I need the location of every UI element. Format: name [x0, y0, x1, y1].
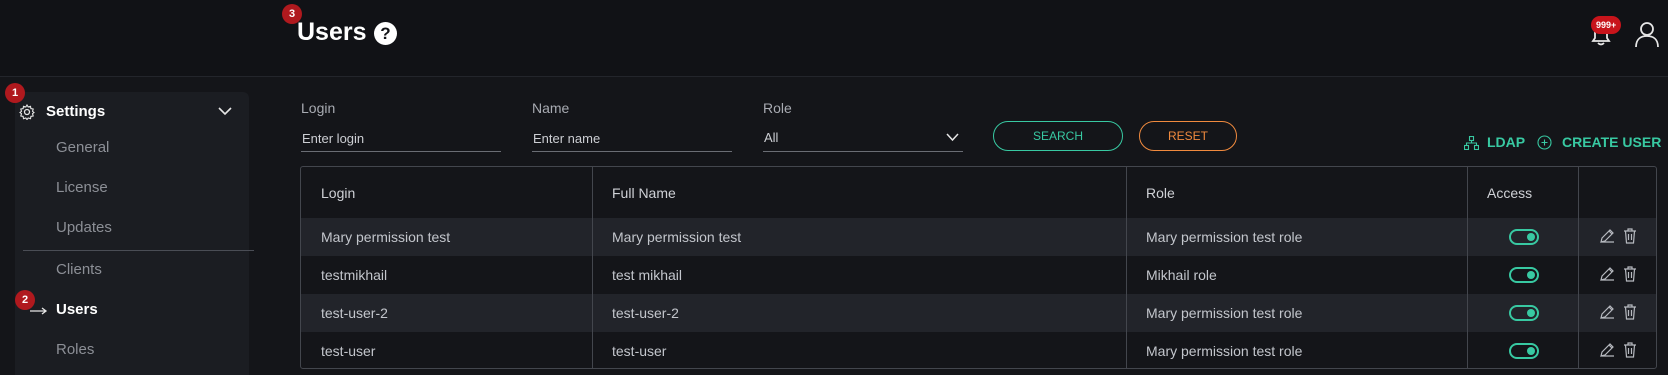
cell-full-name: test-user-2 — [612, 305, 679, 321]
pencil-icon[interactable] — [1599, 342, 1615, 358]
user-icon[interactable] — [1634, 20, 1660, 48]
cell-role: Mikhail role — [1146, 267, 1217, 283]
pencil-icon[interactable] — [1599, 304, 1615, 320]
trash-icon[interactable] — [1623, 304, 1637, 320]
step-badge-2: 2 — [15, 290, 35, 310]
cell-login: test-user-2 — [321, 305, 388, 321]
gear-icon — [19, 104, 35, 120]
column-header-full-name[interactable]: Full Name — [612, 185, 676, 201]
help-icon[interactable]: ? — [374, 22, 397, 45]
ldap-icon[interactable] — [1464, 136, 1479, 150]
name-filter-label: Name — [532, 100, 570, 116]
trash-icon[interactable] — [1623, 266, 1637, 282]
cell-login: testmikhail — [321, 267, 388, 283]
access-toggle[interactable] — [1509, 267, 1539, 283]
trash-icon[interactable] — [1623, 228, 1637, 244]
cell-role: Mary permission test role — [1146, 229, 1303, 245]
ldap-button[interactable]: LDAP — [1487, 134, 1525, 150]
pencil-icon[interactable] — [1599, 266, 1615, 282]
chevron-down-icon[interactable] — [218, 106, 232, 116]
cell-login: Mary permission test — [321, 229, 451, 245]
login-input[interactable] — [301, 125, 501, 152]
column-header-login[interactable]: Login — [321, 185, 355, 201]
column-divider — [1467, 167, 1468, 368]
cell-role: Mary permission test role — [1146, 305, 1303, 321]
cell-role: Mary permission test role — [1146, 343, 1303, 359]
sidebar-divider — [23, 250, 254, 251]
sidebar-settings-header[interactable]: Settings — [15, 92, 249, 130]
sidebar-item-users[interactable]: Users — [56, 301, 98, 318]
sidebar: Settings General License Updates Clients… — [15, 92, 254, 375]
table-header-row: Login Full Name Role Access — [301, 167, 1656, 218]
table-row[interactable]: test-user-2 test-user-2 Mary permission … — [301, 294, 1656, 332]
sidebar-item-license[interactable]: License — [56, 179, 108, 196]
step-badge-1: 1 — [5, 83, 25, 103]
column-divider — [1126, 167, 1127, 368]
column-divider — [592, 167, 593, 368]
top-bar: 3 Users ? 999+ — [0, 0, 1668, 77]
login-filter-label: Login — [301, 100, 336, 116]
column-header-role[interactable]: Role — [1146, 185, 1175, 201]
access-toggle[interactable] — [1509, 229, 1539, 245]
cell-login: test-user — [321, 343, 376, 359]
search-button[interactable]: SEARCH — [993, 121, 1123, 151]
table-row[interactable]: testmikhail test mikhail Mikhail role — [301, 256, 1656, 294]
access-toggle[interactable] — [1509, 343, 1539, 359]
sidebar-item-roles[interactable]: Roles — [56, 341, 94, 358]
sidebar-item-general[interactable]: General — [56, 139, 109, 156]
column-header-access[interactable]: Access — [1487, 185, 1532, 201]
reset-button[interactable]: RESET — [1139, 121, 1237, 151]
pencil-icon[interactable] — [1599, 228, 1615, 244]
users-table: Login Full Name Role Access Mary permiss… — [300, 166, 1657, 369]
column-divider — [1578, 167, 1579, 368]
arrow-right-icon — [30, 307, 48, 315]
plus-circle-icon[interactable] — [1537, 135, 1552, 150]
notification-badge: 999+ — [1591, 16, 1622, 34]
create-user-button[interactable]: CREATE USER — [1562, 134, 1661, 150]
role-select[interactable]: All — [763, 125, 963, 152]
sidebar-section-title: Settings — [46, 103, 106, 120]
access-toggle[interactable] — [1509, 305, 1539, 321]
role-select-value: All — [764, 130, 779, 145]
sidebar-item-clients[interactable]: Clients — [56, 261, 102, 278]
table-row[interactable]: Mary permission test Mary permission tes… — [301, 218, 1656, 256]
role-filter-label: Role — [763, 100, 792, 116]
sidebar-item-updates[interactable]: Updates — [56, 219, 112, 236]
cell-full-name: test-user — [612, 343, 667, 359]
chevron-down-icon — [946, 133, 959, 142]
cell-full-name: Mary permission test — [612, 229, 742, 245]
cell-full-name: test mikhail — [612, 267, 683, 283]
name-input[interactable] — [532, 125, 732, 152]
trash-icon[interactable] — [1623, 342, 1637, 358]
table-row[interactable]: test-user test-user Mary permission test… — [301, 332, 1656, 368]
page-title: Users — [297, 18, 367, 46]
